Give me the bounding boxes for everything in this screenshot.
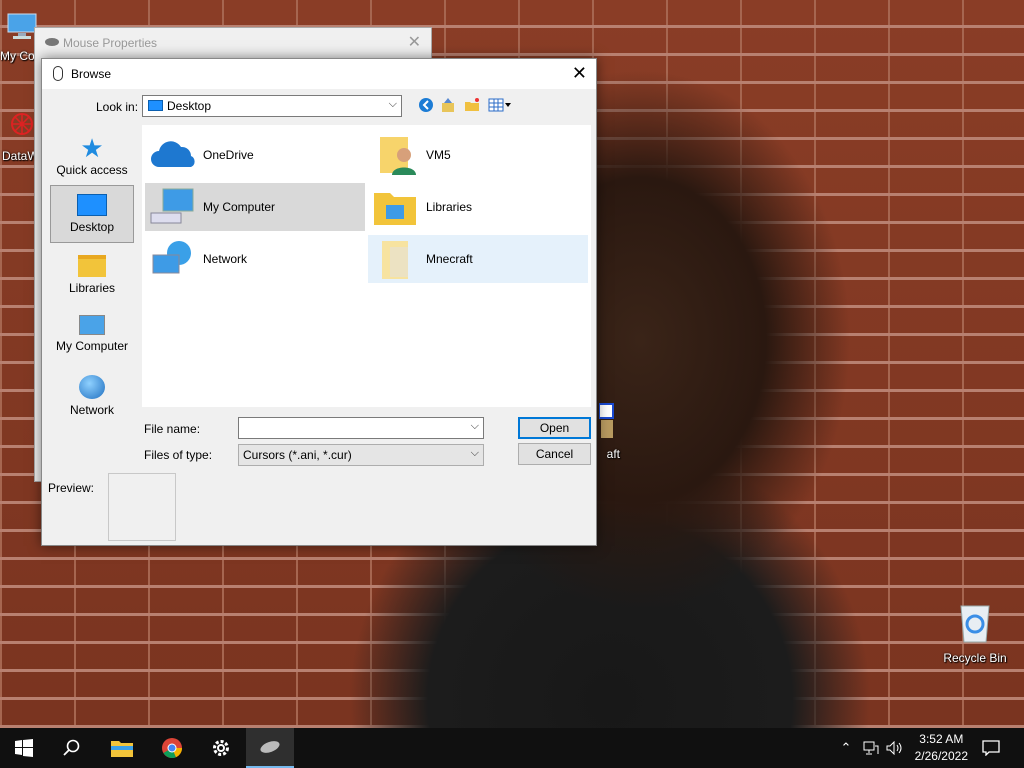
show-hidden-icons-button[interactable]: ⌃ — [836, 728, 856, 768]
desktop-icon-recycle-bin[interactable]: Recycle Bin — [938, 600, 1012, 665]
action-center-button[interactable] — [976, 728, 1006, 768]
files-of-type-value: Cursors (*.ani, *.cur) — [243, 448, 352, 462]
taskbar: ⌃ 3:52 AM 2/26/2022 — [0, 728, 1024, 768]
window-title: Mouse Properties — [63, 36, 158, 50]
place-label: My Computer — [55, 339, 129, 353]
place-label: Quick access — [56, 163, 128, 177]
libraries-folder-icon — [374, 193, 416, 225]
file-label: VM5 — [426, 148, 451, 162]
title-bar: Browse ✕ — [42, 59, 596, 89]
chrome-button[interactable] — [148, 728, 196, 768]
recycle-bin-icon — [938, 600, 1012, 647]
cancel-button[interactable]: Cancel — [518, 443, 591, 465]
volume-tray-button[interactable] — [884, 728, 906, 768]
minecraft-shortcut-icon — [594, 400, 620, 443]
file-item-vm5[interactable]: VM5 — [368, 131, 588, 179]
file-item-mnecraft[interactable]: Mnecraft — [368, 235, 588, 283]
preview-label: Preview: — [48, 481, 95, 495]
windows-logo-icon — [15, 739, 33, 757]
network-tray-button[interactable] — [860, 728, 882, 768]
file-item-network[interactable]: Network — [145, 235, 365, 283]
network-icon — [152, 241, 191, 274]
start-button[interactable] — [0, 728, 48, 768]
file-item-onedrive[interactable]: OneDrive — [145, 131, 365, 179]
place-my-computer[interactable]: My Computer — [50, 309, 134, 365]
dialog-title: Browse — [71, 67, 112, 81]
chevron-down-icon: ⌵ — [470, 447, 479, 459]
file-label: Network — [203, 252, 248, 266]
mouse-icon — [53, 66, 63, 81]
network-globe-icon — [79, 375, 105, 399]
close-icon[interactable]: ✕ — [572, 63, 587, 84]
file-label: My Computer — [203, 200, 276, 214]
star-icon: ★ — [80, 133, 104, 163]
file-explorer-icon — [111, 741, 133, 757]
preview-box — [108, 473, 176, 541]
place-label: Desktop — [69, 220, 115, 234]
back-button[interactable] — [416, 97, 436, 117]
clock-time: 3:52 AM — [919, 732, 964, 746]
look-in-label: Look in: — [96, 100, 139, 114]
file-item-my-computer[interactable]: My Computer — [145, 183, 365, 231]
file-item-libraries[interactable]: Libraries — [368, 183, 588, 231]
look-in-value: Desktop — [167, 99, 212, 113]
browse-dialog: Browse ✕ Look in: Desktop ⌵ ★ Quick acce… — [41, 58, 597, 546]
files-of-type-dropdown[interactable]: Cursors (*.ani, *.cur) ⌵ — [238, 444, 484, 466]
file-label: Mnecraft — [426, 252, 473, 266]
view-menu-button[interactable] — [486, 97, 514, 117]
close-icon[interactable]: ✕ — [408, 32, 421, 52]
file-explorer-button[interactable] — [98, 728, 146, 768]
folder-icon — [382, 241, 408, 279]
desktop-icon — [148, 100, 163, 111]
view-grid-icon — [488, 98, 511, 112]
file-list: OneDrive VM5 My Computer Libraries Netwo… — [142, 125, 591, 407]
new-folder-icon — [465, 98, 479, 111]
place-label: Libraries — [68, 281, 116, 295]
place-desktop[interactable]: Desktop — [50, 185, 134, 243]
system-clock[interactable]: 3:52 AM 2/26/2022 — [915, 731, 968, 765]
look-in-dropdown[interactable]: Desktop ⌵ — [142, 95, 402, 117]
onedrive-cloud-icon — [151, 141, 195, 167]
chevron-down-icon: ⌵ — [388, 98, 397, 110]
file-label: Libraries — [426, 200, 473, 214]
mouse-icon — [45, 38, 59, 46]
place-quick-access[interactable]: ★ Quick access — [50, 133, 134, 189]
up-folder-icon — [442, 98, 454, 112]
desktop-icon — [77, 194, 107, 216]
file-name-label: File name: — [144, 422, 201, 436]
file-label: OneDrive — [203, 148, 254, 162]
chevron-down-icon: ⌵ — [470, 420, 479, 432]
open-button[interactable]: Open — [518, 417, 591, 439]
speaker-icon — [886, 741, 902, 755]
clock-date: 2/26/2022 — [914, 749, 968, 763]
desktop-icon-label: Recycle Bin — [943, 651, 1007, 665]
new-folder-button[interactable] — [462, 97, 482, 117]
libraries-folder-icon — [78, 255, 106, 277]
settings-button[interactable] — [197, 728, 245, 768]
chrome-icon — [162, 738, 183, 758]
file-name-input[interactable]: ⌵ — [238, 417, 484, 439]
search-button[interactable] — [48, 728, 96, 768]
chevron-up-icon: ⌃ — [840, 740, 852, 755]
place-label: Network — [69, 403, 114, 417]
place-libraries[interactable]: Libraries — [50, 249, 134, 305]
places-bar: ★ Quick access Desktop Libraries My Comp… — [48, 125, 136, 465]
place-network[interactable]: Network — [50, 369, 134, 425]
network-icon — [863, 741, 879, 755]
up-one-level-button[interactable] — [438, 97, 458, 117]
mouse-icon — [260, 741, 280, 753]
files-of-type-label: Files of type: — [144, 448, 213, 462]
back-arrow-icon — [419, 98, 433, 112]
search-icon — [63, 739, 80, 756]
notification-icon — [982, 740, 1000, 756]
gear-icon — [213, 740, 229, 756]
mouse-properties-taskbar-button[interactable] — [246, 728, 294, 768]
computer-icon — [150, 188, 194, 224]
computer-icon — [79, 315, 105, 335]
user-folder-icon — [380, 137, 416, 175]
